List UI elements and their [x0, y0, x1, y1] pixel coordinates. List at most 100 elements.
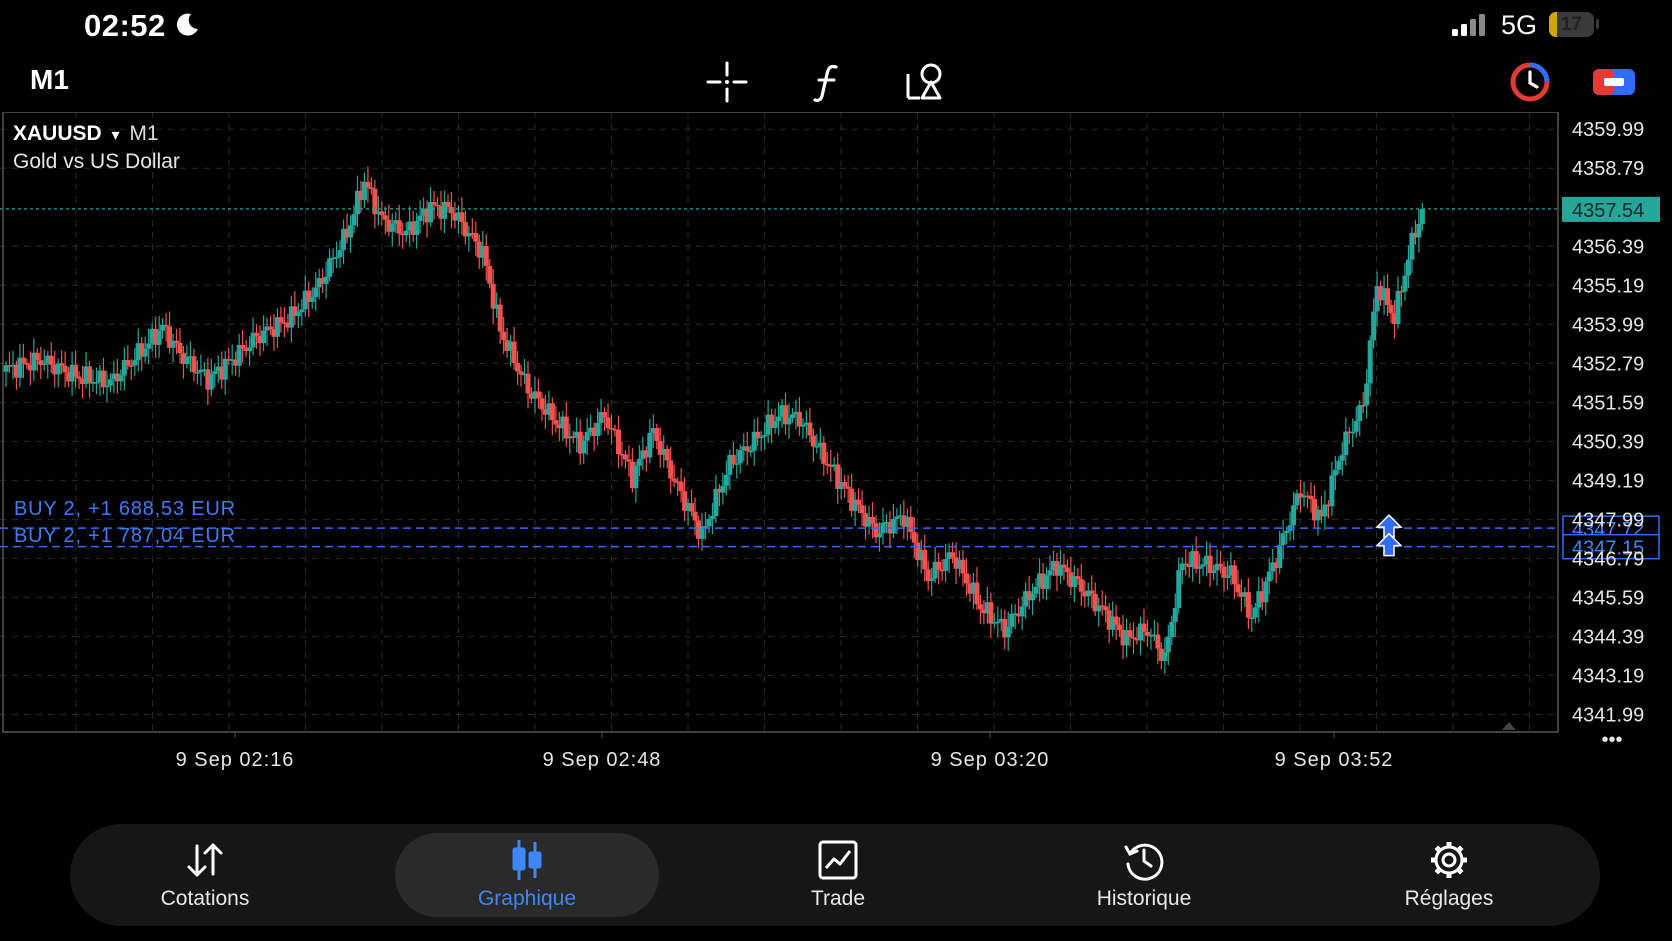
- candle: [1263, 581, 1269, 603]
- nav-item-trade[interactable]: Trade: [763, 824, 913, 926]
- candle: [1245, 592, 1251, 618]
- candle: [789, 414, 795, 419]
- candle: [720, 485, 726, 493]
- candle: [671, 478, 677, 482]
- candle: [890, 519, 896, 534]
- candle: [1224, 575, 1230, 578]
- candle: [34, 352, 40, 361]
- nav-item-chart[interactable]: Graphique: [452, 824, 602, 926]
- candle: [100, 370, 106, 388]
- candle: [87, 366, 93, 383]
- candle: [748, 450, 754, 453]
- candle: [595, 422, 601, 436]
- candle: [1030, 593, 1036, 601]
- candle: [1353, 421, 1359, 432]
- price-tick-label: 4358.79: [1572, 158, 1644, 180]
- candle: [911, 532, 917, 543]
- candle: [678, 481, 684, 492]
- candle: [445, 201, 451, 208]
- trade-chart-icon: [818, 840, 858, 880]
- more-options-button[interactable]: •••: [1601, 729, 1622, 751]
- candle: [1089, 590, 1095, 594]
- candle: [1162, 652, 1168, 662]
- candle: [1113, 616, 1119, 625]
- candle: [1176, 570, 1182, 609]
- candle: [605, 417, 611, 428]
- candle: [431, 202, 437, 205]
- candle: [776, 416, 782, 422]
- candle: [1144, 631, 1150, 636]
- position-label[interactable]: BUY 2, +1 688,53 EUR: [14, 498, 236, 521]
- candle: [1388, 305, 1394, 314]
- candle: [1402, 275, 1408, 292]
- candle: [859, 505, 865, 514]
- price-tick-label: 4347.99: [1572, 509, 1644, 531]
- candle: [487, 265, 493, 284]
- crosshair-icon[interactable]: [705, 60, 749, 104]
- network-type: 5G: [1501, 10, 1538, 40]
- candle: [125, 360, 131, 366]
- candle: [174, 340, 180, 343]
- candle: [943, 559, 949, 571]
- price-tick-label: 4353.99: [1572, 314, 1644, 336]
- candle: [278, 317, 284, 323]
- candle: [758, 436, 764, 439]
- one-click-trading-icon[interactable]: [1508, 60, 1552, 104]
- nav-item-history[interactable]: Historique: [1069, 824, 1219, 926]
- candle: [1322, 504, 1328, 517]
- candle: [626, 459, 632, 462]
- status-time: 02:52: [84, 8, 166, 43]
- candle: [1395, 290, 1401, 325]
- chart-canvas[interactable]: 4357.544347.724347.15 4359.994358.794356…: [0, 112, 1672, 812]
- candle: [581, 440, 587, 454]
- candle: [908, 516, 914, 533]
- position-label[interactable]: BUY 2, +1 787,04 EUR: [14, 525, 236, 548]
- candle: [118, 375, 124, 382]
- candle: [1291, 505, 1297, 526]
- symbol-dropdown-arrow[interactable]: ▾: [112, 127, 120, 144]
- timeframe-button[interactable]: M1: [30, 64, 69, 96]
- candle: [212, 370, 218, 374]
- status-bar: 02:52 5G 17: [0, 0, 1672, 52]
- candle: [1252, 607, 1258, 618]
- price-tick-label: 4345.59: [1572, 587, 1644, 609]
- candle: [622, 454, 628, 460]
- candle: [1193, 551, 1199, 569]
- candle: [1218, 563, 1224, 567]
- gear-tooth: [1456, 867, 1464, 875]
- candle: [525, 373, 531, 394]
- nav-item-settings[interactable]: Réglages: [1374, 824, 1524, 926]
- candle: [615, 429, 621, 455]
- candle: [602, 412, 608, 418]
- candle: [654, 427, 660, 441]
- price-tick-label: 4359.99: [1572, 119, 1644, 141]
- candle: [929, 578, 935, 582]
- price-chart[interactable]: 4357.54 4347.72 4347.15 4359.99 4358.79 4356…: [0, 112, 1672, 812]
- objects-icon[interactable]: [904, 60, 948, 104]
- candle: [365, 181, 371, 188]
- candle: [737, 449, 743, 464]
- candle: [814, 446, 820, 448]
- chart-mode-icon[interactable]: [1592, 60, 1636, 104]
- candle: [1172, 608, 1178, 622]
- candle: [334, 256, 340, 259]
- candle: [1367, 340, 1373, 384]
- candle: [163, 324, 169, 327]
- candle: [977, 604, 983, 610]
- indicators-icon[interactable]: [806, 60, 850, 104]
- nav-item-quotes[interactable]: Cotations: [130, 824, 280, 926]
- candle: [368, 187, 374, 189]
- history-clock-icon: [1124, 843, 1164, 881]
- candle: [59, 363, 65, 366]
- candle: [191, 356, 197, 373]
- candle: [1044, 575, 1050, 589]
- price-tick-label: 4355.19: [1572, 275, 1644, 297]
- candle: [1339, 455, 1345, 461]
- candle: [1277, 544, 1283, 569]
- candle: [417, 215, 423, 222]
- candle: [1332, 469, 1338, 476]
- candle: [636, 458, 642, 466]
- candle: [337, 250, 343, 257]
- symbol-info[interactable]: XAUUSD ▾ M1: [13, 122, 159, 146]
- candle: [762, 434, 768, 437]
